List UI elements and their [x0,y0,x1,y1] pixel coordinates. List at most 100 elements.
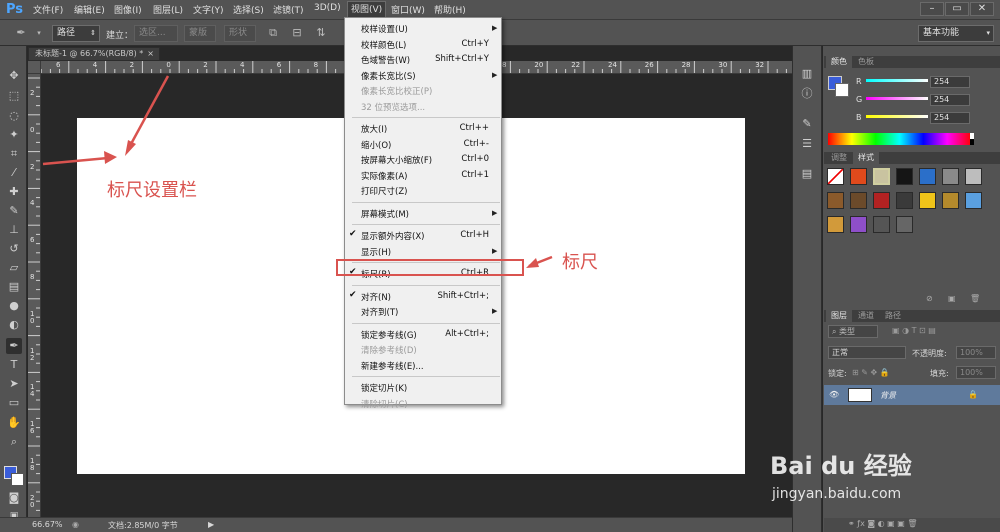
path-alignment-icon[interactable]: ⊟ [290,26,304,40]
menu-item[interactable]: 图像(I) [114,3,142,16]
style-swatch[interactable] [942,192,959,209]
menu-item[interactable]: 3D(D) [314,3,341,13]
document-tab[interactable]: 未标题-1 @ 66.7%(RGB/8) * × [28,47,160,61]
view-menu-item[interactable]: 显示额外内容(X) Ctrl+H ✔ [345,228,501,243]
style-swatch[interactable] [827,216,844,233]
channel-b-value[interactable]: 254 [930,112,970,124]
workspace-select[interactable]: 基本功能 ▾ [918,25,994,42]
color-background-swatch[interactable] [835,83,849,97]
dodge-tool-icon[interactable]: ◐ [6,317,22,333]
style-swatch[interactable] [873,192,890,209]
restore-button[interactable]: ▭ [945,2,969,16]
view-menu-item[interactable]: 色域警告(W) Shift+Ctrl+Y [345,52,501,67]
share-icon[interactable]: ◉ [72,520,79,529]
style-swatch[interactable] [850,216,867,233]
channel-r-slider[interactable] [866,79,928,82]
view-menu-item[interactable]: 缩小(O) Ctrl+- [345,137,501,152]
status-menu-arrow-icon[interactable]: ▶ [208,520,214,529]
background-color-swatch[interactable] [11,473,24,486]
hand-tool-icon[interactable]: ✋ [6,415,22,431]
path-selection-tool-icon[interactable]: ➤ [6,376,22,392]
pen-tool-icon[interactable]: ✒ [6,338,22,354]
view-menu-item[interactable]: 实际像素(A) Ctrl+1 [345,168,501,183]
layer-visibility-icon[interactable]: 👁 [829,390,839,399]
tab-swatches[interactable]: 色板 [853,56,879,68]
view-menu-item[interactable]: 锁定切片(K) [345,380,501,395]
view-menu-item[interactable]: 对齐(N) Shift+Ctrl+; ✔ [345,289,501,304]
menu-item[interactable]: 编辑(E) [74,3,105,16]
rectangle-tool-icon[interactable]: ▭ [6,395,22,411]
view-menu-item[interactable]: 按屏幕大小缩放(F) Ctrl+0 [345,152,501,167]
channel-r-value[interactable]: 254 [930,76,970,88]
style-swatch[interactable] [873,168,890,185]
character-panel-icon[interactable]: ▤ [799,166,815,182]
menu-item[interactable]: 帮助(H) [434,3,466,16]
view-menu-item[interactable]: 对齐到(T) ▶ [345,304,501,319]
opacity-input[interactable]: 100% [956,346,996,359]
style-swatch[interactable] [965,192,982,209]
tab-channels[interactable]: 通道 [853,310,879,322]
layer-filter-icons[interactable]: ▣ ◑ T ⊡ ▤ [892,326,936,335]
zoom-level[interactable]: 66.67% [32,520,63,529]
gradient-tool-icon[interactable]: ▤ [6,279,22,295]
make-shape-button[interactable]: 形状 [224,25,256,42]
view-menu-item[interactable]: 打印尺寸(Z) [345,183,501,198]
pen-mode-select[interactable]: 路径 ⇕ [52,25,100,42]
menu-item[interactable]: 图层(L) [153,3,183,16]
style-swatch[interactable] [896,216,913,233]
channel-g-slider[interactable] [866,97,928,100]
brush-presets-icon[interactable]: ☰ [799,136,815,152]
chevron-down-icon[interactable]: ▾ [32,26,46,40]
blend-mode-select[interactable]: 正常 [828,346,906,359]
channel-b-slider[interactable] [866,115,928,118]
path-operations-icon[interactable]: ⧉ [266,26,280,40]
history-panel-icon[interactable]: ▥ [799,66,815,82]
tab-styles[interactable]: 样式 [853,152,879,164]
style-swatch[interactable] [896,192,913,209]
channel-g-value[interactable]: 254 [930,94,970,106]
delete-style-icon[interactable]: 🗑 [970,294,980,303]
lock-icons[interactable]: ⊞ ✎ ✥ 🔒 [852,368,890,377]
color-spectrum-bar[interactable] [828,133,971,145]
zoom-tool-icon[interactable]: ⌕ [6,434,22,450]
layer-kind-filter[interactable]: ⌕ 类型 [828,325,878,338]
style-swatch[interactable] [850,168,867,185]
tab-paths[interactable]: 路径 [880,310,906,322]
make-mask-button[interactable]: 蒙版 [184,25,216,42]
pen-tool-preset-icon[interactable]: ✒ [14,26,28,40]
minimize-button[interactable]: – [920,2,944,16]
style-swatch[interactable] [919,192,936,209]
style-swatch[interactable] [827,192,844,209]
style-swatch[interactable] [965,168,982,185]
clear-style-icon[interactable]: ⊘ [926,294,933,303]
make-selection-button[interactable]: 选区... [134,25,178,42]
tab-adjustments[interactable]: 调整 [826,152,852,164]
style-swatch[interactable] [873,216,890,233]
view-menu-item[interactable]: 校样颜色(L) Ctrl+Y [345,37,501,52]
type-tool-icon[interactable]: T [6,357,22,373]
brush-panel-icon[interactable]: ✎ [799,116,815,132]
close-button[interactable]: ✕ [970,2,994,16]
view-menu-item[interactable]: 校样设置(U) ▶ [345,21,501,36]
view-menu-item[interactable]: 像素长宽比(S) ▶ [345,68,501,83]
view-menu-item[interactable]: 锁定参考线(G) Alt+Ctrl+; [345,327,501,342]
path-arrangement-icon[interactable]: ⇅ [314,26,328,40]
info-panel-icon[interactable]: ⓘ [799,86,815,102]
quick-mask-icon[interactable]: ◙ [6,490,22,506]
spectrum-black[interactable] [970,139,974,145]
menu-item[interactable]: 窗口(W) [391,3,425,16]
menu-item[interactable]: 选择(S) [233,3,264,16]
view-menu-item[interactable]: 新建参考线(E)... [345,358,501,373]
layer-name[interactable]: 背景 [880,390,896,401]
view-menu-item[interactable]: 放大(I) Ctrl++ [345,121,501,136]
style-swatch[interactable] [896,168,913,185]
view-menu-item[interactable]: 屏幕模式(M) ▶ [345,206,501,221]
menu-item[interactable]: 滤镜(T) [273,3,304,16]
blur-tool-icon[interactable]: ● [6,298,22,314]
style-swatch[interactable] [850,192,867,209]
close-tab-icon[interactable]: × [147,48,154,60]
layers-footer-icons[interactable]: ⚭ ƒx ◙ ◐ ▣ ▣ 🗑 [848,519,918,528]
menu-item[interactable]: 文件(F) [33,3,63,16]
style-swatch[interactable] [919,168,936,185]
tab-color[interactable]: 颜色 [826,56,852,68]
